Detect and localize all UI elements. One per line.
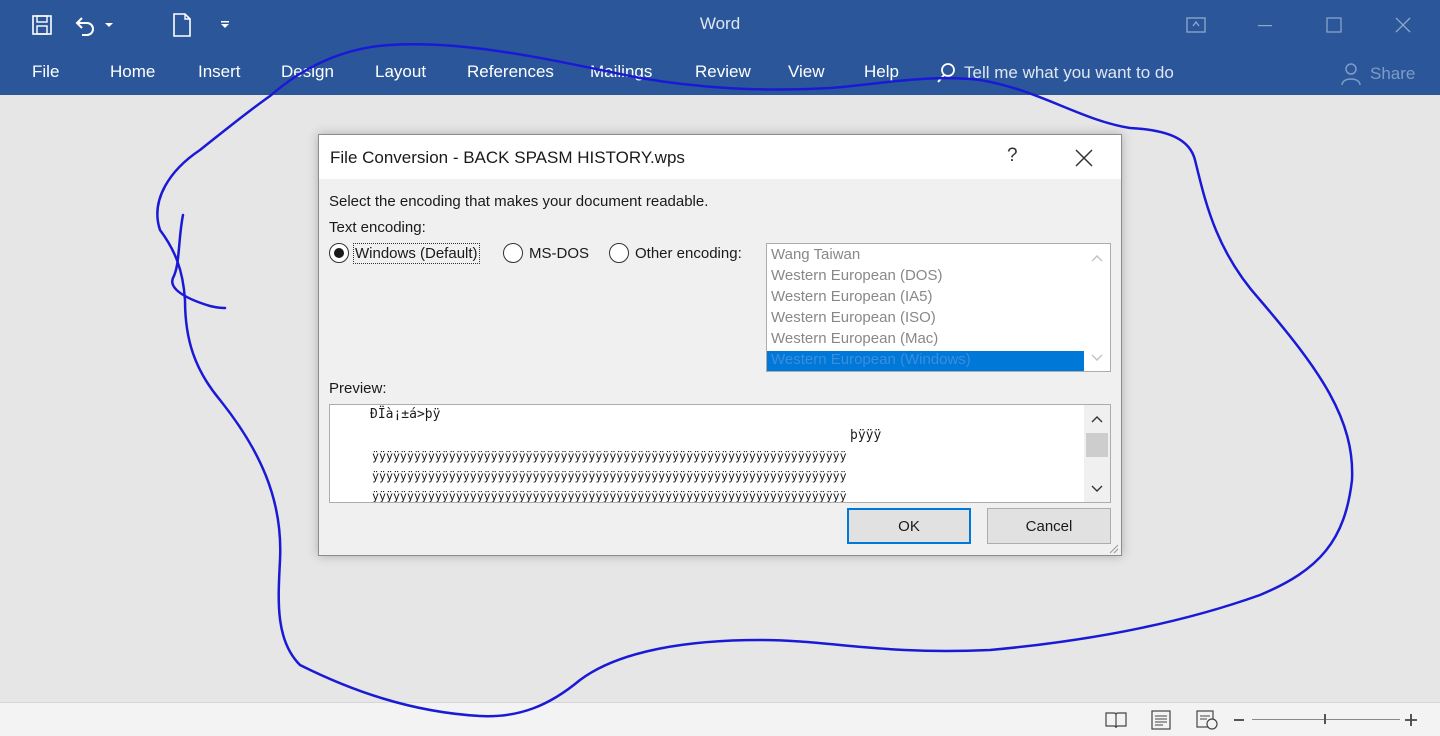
- tab-help[interactable]: Help: [864, 62, 899, 82]
- print-layout-icon[interactable]: [1150, 710, 1172, 730]
- cancel-button[interactable]: Cancel: [987, 508, 1111, 544]
- scroll-down-icon[interactable]: [1084, 348, 1110, 368]
- person-icon: [1341, 63, 1361, 86]
- read-mode-icon[interactable]: [1105, 710, 1127, 730]
- tab-insert[interactable]: Insert: [198, 62, 241, 82]
- tab-review[interactable]: Review: [695, 62, 751, 82]
- tab-view[interactable]: View: [788, 62, 825, 82]
- radio-selected-dot: [334, 248, 344, 258]
- encoding-list[interactable]: Wang Taiwan Western European (DOS) Weste…: [766, 243, 1111, 372]
- help-button[interactable]: ?: [1007, 145, 1018, 167]
- list-item[interactable]: Western European (ISO): [767, 309, 1084, 330]
- radio-windows-default[interactable]: Windows (Default): [329, 242, 480, 264]
- list-item[interactable]: Wang Taiwan: [767, 246, 1084, 267]
- radio-label: Windows (Default): [353, 242, 480, 264]
- list-item-selected[interactable]: Western European (Windows): [767, 351, 1084, 371]
- zoom-slider-thumb[interactable]: [1324, 714, 1326, 724]
- list-item[interactable]: Western European (IA5): [767, 288, 1084, 309]
- preview-line: ÐÏà¡±á>þÿ: [370, 407, 441, 422]
- title-bar: Word: [0, 0, 1440, 50]
- radio-circle: [503, 243, 523, 263]
- status-bar: [0, 702, 1440, 736]
- radio-ms-dos[interactable]: MS-DOS: [503, 243, 589, 263]
- preview-line: þÿÿÿ: [850, 428, 882, 443]
- encoding-scrollbar[interactable]: [1084, 244, 1110, 371]
- zoom-in-icon[interactable]: [1404, 710, 1418, 730]
- dialog-title: File Conversion - BACK SPASM HISTORY.wps: [330, 148, 685, 167]
- share-label: Share: [1370, 64, 1416, 83]
- share-button[interactable]: Share: [1340, 62, 1415, 86]
- ribbon-tabs: File Home Insert Design Layout Reference…: [0, 50, 1440, 95]
- tell-me-search[interactable]: Tell me what you want to do: [936, 62, 1174, 84]
- radio-label: MS-DOS: [529, 244, 589, 262]
- maximize-icon[interactable]: [1311, 8, 1357, 42]
- file-conversion-dialog: File Conversion - BACK SPASM HISTORY.wps…: [318, 134, 1122, 556]
- tab-file[interactable]: File: [32, 62, 59, 82]
- app-title: Word: [699, 14, 741, 33]
- scroll-thumb[interactable]: [1086, 433, 1108, 457]
- scroll-down-icon[interactable]: [1084, 479, 1110, 499]
- radio-circle: [609, 243, 629, 263]
- web-layout-icon[interactable]: [1196, 710, 1218, 730]
- scroll-up-icon[interactable]: [1084, 248, 1110, 268]
- tell-me-text: Tell me what you want to do: [964, 63, 1174, 82]
- preview-line: ÿÿÿÿÿÿÿÿÿÿÿÿÿÿÿÿÿÿÿÿÿÿÿÿÿÿÿÿÿÿÿÿÿÿÿÿÿÿÿÿ…: [372, 489, 847, 503]
- preview-line: ÿÿÿÿÿÿÿÿÿÿÿÿÿÿÿÿÿÿÿÿÿÿÿÿÿÿÿÿÿÿÿÿÿÿÿÿÿÿÿÿ…: [372, 449, 847, 463]
- ribbon-display-icon[interactable]: [1173, 8, 1219, 42]
- minimize-icon[interactable]: [1242, 8, 1288, 42]
- tab-home[interactable]: Home: [110, 62, 155, 82]
- resize-grip-icon[interactable]: [1107, 541, 1119, 554]
- preview-scrollbar[interactable]: [1084, 405, 1110, 502]
- preview-label: Preview:: [329, 380, 387, 397]
- radio-other-encoding[interactable]: Other encoding:: [609, 243, 742, 263]
- close-icon[interactable]: [1380, 8, 1426, 42]
- preview-line: ÿÿÿÿÿÿÿÿÿÿÿÿÿÿÿÿÿÿÿÿÿÿÿÿÿÿÿÿÿÿÿÿÿÿÿÿÿÿÿÿ…: [372, 469, 847, 483]
- radio-label: Other encoding:: [635, 244, 742, 262]
- list-item[interactable]: Western European (Mac): [767, 330, 1084, 351]
- radio-circle: [329, 243, 349, 263]
- scroll-up-icon[interactable]: [1084, 409, 1110, 429]
- list-item[interactable]: Western European (DOS): [767, 267, 1084, 288]
- tab-references[interactable]: References: [467, 62, 554, 82]
- preview-box: ÐÏà¡±á>þÿ þÿÿÿ ÿÿÿÿÿÿÿÿÿÿÿÿÿÿÿÿÿÿÿÿÿÿÿÿÿ…: [329, 404, 1111, 503]
- instruction-text: Select the encoding that makes your docu…: [329, 193, 709, 210]
- ok-button[interactable]: OK: [847, 508, 971, 544]
- tab-mailings[interactable]: Mailings: [590, 62, 652, 82]
- dialog-title-bar: File Conversion - BACK SPASM HISTORY.wps…: [319, 135, 1121, 179]
- dialog-close-icon[interactable]: [1071, 145, 1097, 171]
- zoom-slider-track[interactable]: [1252, 719, 1400, 720]
- tab-layout[interactable]: Layout: [375, 62, 426, 82]
- text-encoding-label: Text encoding:: [329, 219, 426, 236]
- tab-design[interactable]: Design: [281, 62, 334, 82]
- zoom-out-icon[interactable]: [1232, 710, 1246, 730]
- search-icon: [937, 63, 955, 83]
